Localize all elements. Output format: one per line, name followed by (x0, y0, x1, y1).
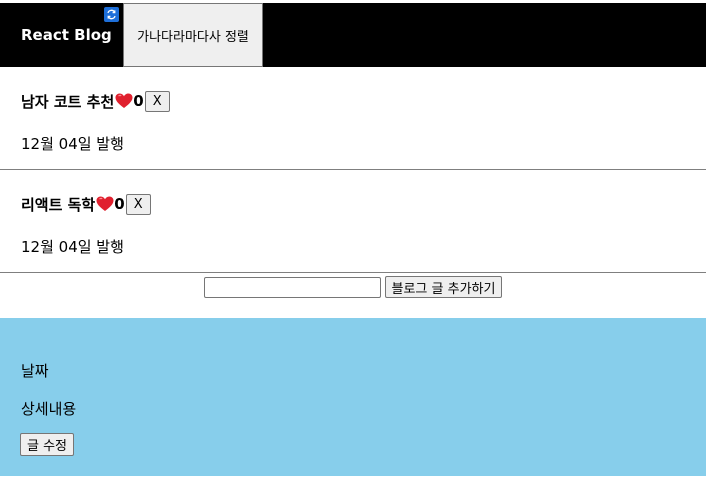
heart-icon[interactable] (115, 93, 133, 109)
post-date: 12월 04일 발행 (21, 135, 124, 153)
post-title[interactable]: 리액트 독학 (21, 194, 95, 215)
new-post-input[interactable] (203, 276, 381, 298)
blog-page: React Blog 가나다라마다사 정렬 남자 코트 추천 0 X 12월 0… (0, 0, 706, 480)
brand: React Blog (0, 3, 123, 67)
delete-button[interactable]: X (125, 193, 151, 215)
modal-date-label: 날짜 (21, 362, 49, 380)
sort-button[interactable]: 가나다라마다사 정렬 (123, 3, 263, 67)
post-date: 12월 04일 발행 (21, 238, 124, 256)
nav-bar: React Blog 가나다라마다사 정렬 (0, 3, 706, 67)
add-post-button[interactable]: 블로그 글 추가하기 (384, 276, 503, 298)
detail-modal: 날짜 상세내용 글 수정 (0, 318, 706, 476)
like-count: 0 (114, 195, 125, 213)
modal-detail-label: 상세내용 (21, 400, 77, 418)
list-item: 남자 코트 추천 0 X 12월 04일 발행 (0, 67, 706, 170)
like-count: 0 (133, 92, 144, 110)
post-title-row[interactable]: 리액트 독학 0 X (21, 192, 151, 216)
heart-icon[interactable] (96, 196, 114, 212)
sync-icon[interactable] (104, 7, 119, 22)
brand-title: React Blog (21, 26, 112, 44)
post-title[interactable]: 남자 코트 추천 (21, 91, 114, 112)
delete-button[interactable]: X (144, 90, 170, 112)
list-item: 리액트 독학 0 X 12월 04일 발행 (0, 170, 706, 273)
edit-post-button[interactable]: 글 수정 (20, 433, 75, 456)
post-title-row[interactable]: 남자 코트 추천 0 X (21, 89, 170, 113)
add-post-form: 블로그 글 추가하기 (0, 276, 706, 298)
